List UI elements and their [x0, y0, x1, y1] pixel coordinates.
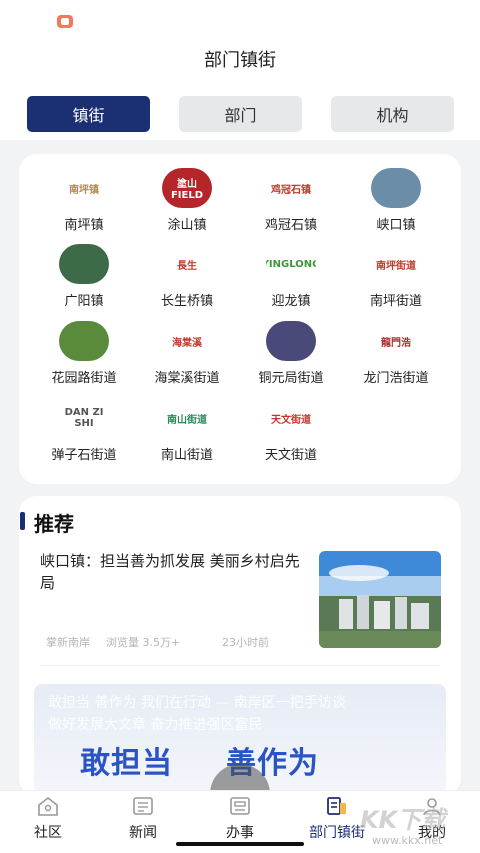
- town-grid-label: 南坪镇: [64, 218, 104, 233]
- town-grid-label: 天文街道: [264, 448, 317, 463]
- tianwen-street-logo: 天文街道: [266, 398, 316, 438]
- town-grid-label: 铜元局街道: [258, 371, 324, 386]
- town-grid-item[interactable]: YINGLONG 迎龙镇: [236, 244, 346, 309]
- town-grid-label: 峡口镇: [376, 218, 416, 233]
- town-grid-label: 长生桥镇: [160, 294, 213, 309]
- town-grid-item[interactable]: 海棠溪 海棠溪街道: [132, 321, 242, 386]
- huayuanlu-street-photo: [59, 321, 109, 361]
- watermark-url: www.kkx.net: [372, 834, 443, 847]
- town-grid-item[interactable]: 塗山 FIELD 涂山镇: [132, 168, 242, 233]
- town-grid-item[interactable]: 广阳镇: [29, 244, 139, 309]
- town-grid-item[interactable]: 鸡冠石镇 鸡冠石镇: [236, 168, 346, 233]
- haitangxi-street-logo: 海棠溪: [162, 321, 212, 361]
- town-grid-item[interactable]: 南坪街道 南坪街道: [341, 244, 451, 309]
- tongyuanju-street-photo: [266, 321, 316, 361]
- banner-overlay-text-2: 做好发展大文章 奋力推进强区富民: [48, 717, 263, 733]
- article-title[interactable]: 峡口镇：担当善为抓发展 美丽乡村启先局: [40, 550, 302, 594]
- article-source: 掌新南岸: [46, 636, 90, 649]
- town-grid-card: 南坪镇南坪镇塗山 FIELD涂山镇鸡冠石镇鸡冠石镇峡口镇广阳镇長生长生桥镇YIN…: [19, 154, 461, 484]
- town-grid-label: 涂山镇: [167, 218, 207, 233]
- banner-headline-left: 敢担当: [80, 746, 173, 781]
- nanping-street-logo: 南坪街道: [371, 244, 421, 284]
- header: 部门镇街 镇街 部门 机构: [0, 0, 480, 140]
- recommend-title: 推荐: [34, 512, 74, 536]
- news-icon: [133, 797, 153, 815]
- department-icon: [327, 797, 346, 815]
- town-grid-item[interactable]: 龍門浩 龙门浩街道: [341, 321, 451, 386]
- video-banner[interactable]: 敢担当 善作为 我们在行动 — 南岸区一把手访谈 做好发展大文章 奋力推进强区富…: [34, 684, 446, 794]
- town-grid-label: 鸡冠石镇: [264, 218, 317, 233]
- page-title: 部门镇街: [204, 50, 276, 71]
- tab-institutions[interactable]: 机构: [331, 96, 454, 132]
- town-grid-item[interactable]: 南坪镇 南坪镇: [29, 168, 139, 233]
- jiguanshi-town-logo: 鸡冠石镇: [266, 168, 316, 208]
- town-grid-label: 南山街道: [160, 448, 213, 463]
- tab-departments[interactable]: 部门: [179, 96, 302, 132]
- tushan-town-logo: 塗山 FIELD: [162, 168, 212, 208]
- town-grid-label: 广阳镇: [64, 294, 104, 309]
- town-grid-item[interactable]: 南山街道 南山街道: [132, 398, 242, 463]
- town-grid-label: 海棠溪街道: [154, 371, 220, 386]
- watermark-logo: KK下载: [360, 806, 446, 834]
- nanshan-street-logo: 南山街道: [162, 398, 212, 438]
- town-grid-label: 迎龙镇: [271, 294, 311, 309]
- banner-overlay-text-1: 敢担当 善作为 我们在行动 — 南岸区一把手访谈: [48, 695, 346, 711]
- town-grid-item[interactable]: DAN ZI SHI 弹子石街道: [29, 398, 139, 463]
- service-icon: [230, 797, 250, 815]
- xiakou-town-photo: [371, 168, 421, 208]
- guangyang-town-photo: [59, 244, 109, 284]
- town-grid-label: 南坪街道: [369, 294, 422, 309]
- tabbar-item-community[interactable]: 社区: [8, 795, 88, 842]
- town-grid-item[interactable]: 峡口镇: [341, 168, 451, 233]
- status-app-icon: [57, 15, 73, 28]
- town-grid-label: 龙门浩街道: [363, 371, 429, 386]
- nanping-town-logo: 南坪镇: [59, 168, 109, 208]
- home-indicator: [176, 842, 304, 846]
- tabbar-label: 办事: [226, 825, 254, 841]
- town-grid-item[interactable]: 長生 长生桥镇: [132, 244, 242, 309]
- tabbar-item-service[interactable]: 办事: [200, 795, 280, 842]
- tab-towns[interactable]: 镇街: [27, 96, 150, 132]
- longmenhao-street-logo: 龍門浩: [371, 321, 421, 361]
- section-accent-bar: [20, 512, 25, 530]
- tabbar-label: 新闻: [129, 825, 157, 841]
- community-icon: [38, 796, 58, 816]
- yinglong-town-logo: YINGLONG: [266, 244, 316, 284]
- town-grid-label: 弹子石街道: [51, 448, 117, 463]
- tabbar-label: 社区: [34, 825, 62, 841]
- article-thumbnail[interactable]: [319, 551, 441, 648]
- article-time: 23小时前: [222, 636, 269, 649]
- town-grid-label: 花园路街道: [51, 371, 117, 386]
- danzishi-street-logo: DAN ZI SHI: [59, 398, 109, 438]
- segment-tabs: 镇街 部门 机构: [27, 96, 454, 132]
- article-views: 浏览量 3.5万+: [106, 636, 181, 649]
- town-grid-item[interactable]: 天文街道 天文街道: [236, 398, 346, 463]
- town-grid-item[interactable]: 铜元局街道: [236, 321, 346, 386]
- changshengqiao-town-logo: 長生: [162, 244, 212, 284]
- town-grid-item[interactable]: 花园路街道: [29, 321, 139, 386]
- divider: [40, 665, 440, 666]
- tabbar-item-news[interactable]: 新闻: [103, 795, 183, 842]
